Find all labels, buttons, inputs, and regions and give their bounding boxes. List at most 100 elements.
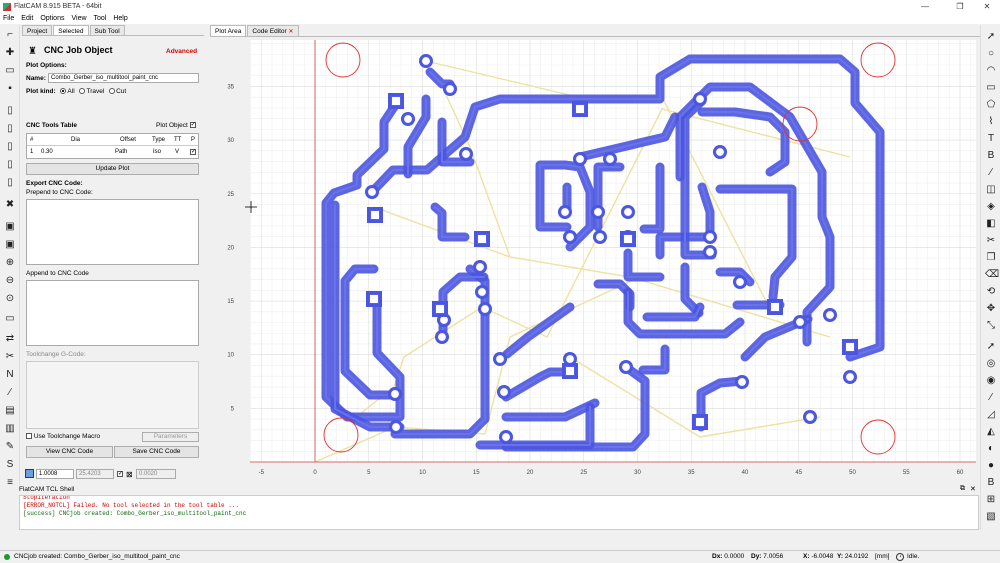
append-textarea[interactable]: [26, 280, 199, 346]
save-icon[interactable]: ▪: [4, 83, 16, 95]
tab-plot-area[interactable]: Plot Area: [210, 25, 247, 36]
select-icon[interactable]: ➚: [985, 31, 997, 43]
grid-snap-icon[interactable]: [25, 469, 34, 478]
dx-label: Dx:: [712, 553, 723, 560]
arc-icon[interactable]: ◠: [985, 65, 997, 77]
zoom-out-icon[interactable]: ⊖: [4, 275, 16, 287]
calculator-icon[interactable]: S: [4, 459, 16, 471]
pad-array-icon[interactable]: ◉: [985, 375, 997, 387]
zoom-in-icon[interactable]: ⊕: [4, 257, 16, 269]
shell-output[interactable]: Stopiteration [ERROR_NOTCL] Failed. No t…: [19, 495, 979, 530]
clear-plot-icon[interactable]: ▣: [4, 239, 16, 251]
save-cnc-button[interactable]: Save CNC Code: [114, 446, 199, 458]
snap-checkbox[interactable]: ✓: [117, 471, 123, 477]
paint-icon[interactable]: ∕: [4, 387, 16, 399]
subtract-icon[interactable]: ◧: [985, 218, 997, 230]
new-geometry-icon[interactable]: ▯: [4, 141, 16, 153]
shell-float-icon[interactable]: ⧉: [960, 485, 965, 493]
select-2-icon[interactable]: ➚: [985, 341, 997, 353]
grid-x-field[interactable]: 1.0008: [36, 469, 74, 479]
table-row[interactable]: 1 0.30 Path Iso V ✓: [27, 147, 198, 158]
radio-travel[interactable]: [79, 88, 86, 95]
copy-icon[interactable]: ❐: [985, 252, 997, 264]
plot-object-checkbox[interactable]: ✓: [189, 122, 196, 129]
menu-file[interactable]: File: [3, 15, 14, 22]
transform-geo-icon[interactable]: ⟲: [985, 286, 997, 298]
update-plot-button[interactable]: Update Plot: [26, 163, 199, 175]
radio-cut[interactable]: [109, 88, 116, 95]
new-doc-icon[interactable]: ▯: [4, 177, 16, 189]
snap-max-field[interactable]: 0.0020: [136, 469, 176, 479]
cnc-icon: ♜: [28, 46, 37, 57]
disc-icon[interactable]: ●: [985, 460, 997, 472]
tab-selected[interactable]: Selected: [53, 25, 89, 35]
track-icon[interactable]: ∕: [985, 392, 997, 404]
pad-icon[interactable]: ◎: [985, 358, 997, 370]
paint-geo-icon[interactable]: ∕: [985, 167, 997, 179]
buffer-icon[interactable]: B: [985, 150, 997, 162]
tab-code-editor[interactable]: Code Editor ✕: [247, 25, 299, 36]
circle-icon[interactable]: ○: [985, 48, 997, 60]
plot-canvas[interactable]: -5 0 5 10 15 20 25 30 35 40 45 50 55 605101520253035: [210, 37, 980, 483]
shell-icon[interactable]: ▭: [4, 313, 16, 325]
minimize-icon[interactable]: —: [910, 0, 940, 13]
polygon-icon[interactable]: ⬠: [985, 99, 997, 111]
region-icon[interactable]: ◿: [985, 409, 997, 421]
col-offset: Offset: [120, 137, 136, 143]
resize-icon[interactable]: ⤡: [985, 320, 997, 332]
menu-edit[interactable]: Edit: [21, 15, 33, 22]
cut-icon[interactable]: ✂: [4, 351, 16, 363]
parameters-dropdown[interactable]: Parameters: [142, 432, 199, 442]
tab-sub-tool[interactable]: Sub Tool: [89, 25, 125, 35]
cell-plot-checkbox[interactable]: ✓: [190, 149, 196, 155]
view-cnc-button[interactable]: View CNC Code: [26, 446, 113, 458]
radio-all[interactable]: [60, 88, 67, 95]
scale-icon[interactable]: ⊞: [985, 494, 997, 506]
tab-close-icon[interactable]: ✕: [289, 29, 294, 35]
move-icon[interactable]: ✥: [985, 303, 997, 315]
path-icon[interactable]: ⌇: [985, 116, 997, 128]
replot-icon[interactable]: ▣: [4, 221, 16, 233]
use-macro-checkbox[interactable]: [26, 433, 32, 440]
app-logo-icon: [3, 2, 11, 11]
buffer-2-icon[interactable]: B: [985, 477, 997, 489]
delete-shape-icon[interactable]: ⌫: [985, 269, 999, 281]
menu-tool[interactable]: Tool: [94, 15, 107, 22]
panel-icon[interactable]: ▥: [4, 423, 16, 435]
ncc-icon[interactable]: N: [4, 369, 16, 381]
plot-kind-row: Plot kind: All Travel Cut: [26, 88, 126, 95]
folder-icon[interactable]: ▭: [4, 65, 16, 77]
menu-options[interactable]: Options: [40, 15, 64, 22]
tab-project[interactable]: Project: [22, 25, 53, 35]
toolchange-textarea[interactable]: [26, 361, 199, 429]
rectangle-icon[interactable]: ▭: [985, 82, 997, 94]
delete-icon[interactable]: ✖: [4, 199, 16, 211]
text-icon[interactable]: T: [985, 133, 997, 145]
origin-icon[interactable]: ⌐: [4, 29, 16, 41]
x-tick-label: 60: [957, 470, 964, 476]
append-label: Append to CNC Code: [26, 270, 89, 277]
union-icon[interactable]: ◫: [985, 184, 997, 196]
semi-disc-icon[interactable]: ◐: [985, 443, 997, 455]
jump-icon[interactable]: ✚: [4, 47, 16, 59]
new-gerber-icon[interactable]: ▯: [4, 105, 16, 117]
maximize-icon[interactable]: ❐: [945, 0, 975, 13]
solder-paste-icon[interactable]: ✎: [4, 441, 16, 453]
menu-view[interactable]: View: [71, 15, 86, 22]
intersect-icon[interactable]: ◈: [985, 201, 997, 213]
close-icon[interactable]: ✕: [972, 0, 1000, 13]
grid-y-field[interactable]: 25.4203: [76, 469, 114, 479]
zoom-fit-icon[interactable]: ⊙: [4, 293, 16, 305]
shell-close-icon[interactable]: ✕: [970, 485, 976, 493]
name-field[interactable]: Combo_Gerber_iso_multitool_paint_cnc: [48, 73, 199, 83]
mark-area-icon[interactable]: ▧: [985, 511, 997, 523]
transform-icon[interactable]: ⇄: [4, 333, 16, 345]
new-excellon-icon[interactable]: ▯: [4, 123, 16, 135]
dy-label: Dy:: [751, 553, 762, 560]
prepend-textarea[interactable]: [26, 199, 199, 265]
film-icon[interactable]: ▤: [4, 405, 16, 417]
cut-path-icon[interactable]: ✂: [985, 235, 997, 247]
menu-help[interactable]: Help: [113, 15, 127, 22]
open-file-icon[interactable]: ▯: [4, 159, 16, 171]
poligonize-icon[interactable]: ◭: [985, 426, 997, 438]
